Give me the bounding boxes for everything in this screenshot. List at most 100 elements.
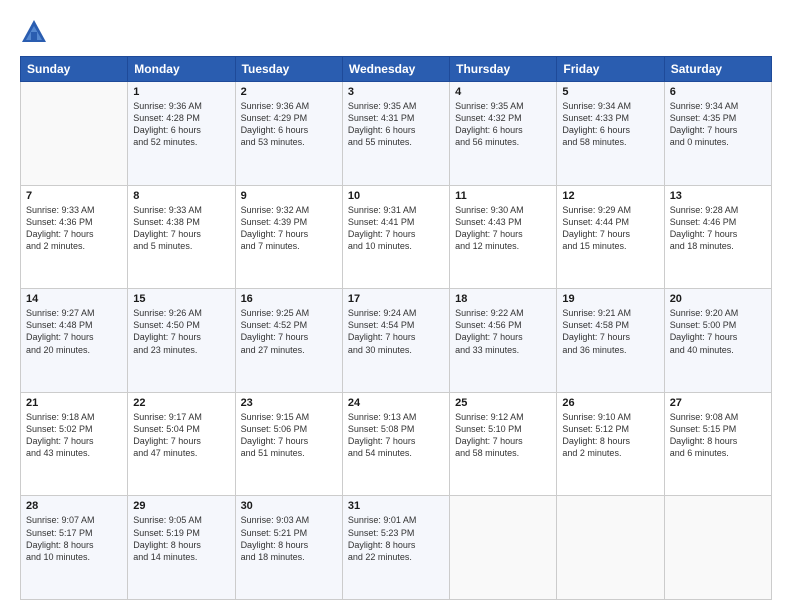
calendar-cell: 18 Sunrise: 9:22 AM Sunset: 4:56 PM Dayli… [450, 289, 557, 393]
day-info: Sunrise: 9:10 AM Sunset: 5:12 PM Dayligh… [562, 411, 658, 460]
day-info: Sunrise: 9:28 AM Sunset: 4:46 PM Dayligh… [670, 204, 766, 253]
calendar-cell: 5 Sunrise: 9:34 AM Sunset: 4:33 PM Daylig… [557, 82, 664, 186]
calendar-cell: 19 Sunrise: 9:21 AM Sunset: 4:58 PM Dayli… [557, 289, 664, 393]
day-number: 7 [26, 190, 122, 202]
day-info: Sunrise: 9:12 AM Sunset: 5:10 PM Dayligh… [455, 411, 551, 460]
calendar-cell: 25Sunrise: 9:12 AM Sunset: 5:10 PM Dayli… [450, 392, 557, 496]
day-number: 13 [670, 190, 766, 202]
calendar-cell: 4 Sunrise: 9:35 AM Sunset: 4:32 PM Daylig… [450, 82, 557, 186]
calendar-cell: 15 Sunrise: 9:26 AM Sunset: 4:50 PM Dayli… [128, 289, 235, 393]
calendar-cell: 22 Sunrise: 9:17 AM Sunset: 5:04 PM Dayli… [128, 392, 235, 496]
calendar-week-row: 28Sunrise: 9:07 AM Sunset: 5:17 PM Dayli… [21, 496, 772, 600]
weekday-header: Wednesday [342, 57, 449, 82]
calendar-cell: 9 Sunrise: 9:32 AM Sunset: 4:39 PM Daylig… [235, 185, 342, 289]
calendar-week-row: 7 Sunrise: 9:33 AM Sunset: 4:36 PM Daylig… [21, 185, 772, 289]
calendar-header-row: SundayMondayTuesdayWednesdayThursdayFrid… [21, 57, 772, 82]
calendar-cell: 17 Sunrise: 9:24 AM Sunset: 4:54 PM Dayli… [342, 289, 449, 393]
calendar-cell: 28Sunrise: 9:07 AM Sunset: 5:17 PM Dayli… [21, 496, 128, 600]
day-info: Sunrise: 9:29 AM Sunset: 4:44 PM Dayligh… [562, 204, 658, 253]
day-info: Sunrise: 9:20 AM Sunset: 5:00 PM Dayligh… [670, 307, 766, 356]
day-info: Sunrise: 9:33 AM Sunset: 4:36 PM Dayligh… [26, 204, 122, 253]
weekday-header: Monday [128, 57, 235, 82]
day-number: 5 [562, 86, 658, 98]
calendar-cell: 26 Sunrise: 9:10 AM Sunset: 5:12 PM Dayli… [557, 392, 664, 496]
day-info: Sunrise: 9:22 AM Sunset: 4:56 PM Dayligh… [455, 307, 551, 356]
calendar-cell: 11 Sunrise: 9:30 AM Sunset: 4:43 PM Dayli… [450, 185, 557, 289]
calendar-cell: 16 Sunrise: 9:25 AM Sunset: 4:52 PM Dayli… [235, 289, 342, 393]
day-number: 8 [133, 190, 229, 202]
day-info: Sunrise: 9:03 AM Sunset: 5:21 PM Dayligh… [241, 514, 337, 563]
weekday-header: Friday [557, 57, 664, 82]
day-info: Sunrise: 9:27 AM Sunset: 4:48 PM Dayligh… [26, 307, 122, 356]
day-number: 20 [670, 293, 766, 305]
day-number: 31 [348, 500, 444, 512]
calendar-cell: 20 Sunrise: 9:20 AM Sunset: 5:00 PM Dayli… [664, 289, 771, 393]
calendar-cell: 12 Sunrise: 9:29 AM Sunset: 4:44 PM Dayli… [557, 185, 664, 289]
day-info: Sunrise: 9:34 AM Sunset: 4:33 PM Dayligh… [562, 100, 658, 149]
day-number: 15 [133, 293, 229, 305]
calendar-cell [664, 496, 771, 600]
day-info: Sunrise: 9:24 AM Sunset: 4:54 PM Dayligh… [348, 307, 444, 356]
day-info: Sunrise: 9:33 AM Sunset: 4:38 PM Dayligh… [133, 204, 229, 253]
day-info: Sunrise: 9:36 AM Sunset: 4:28 PM Dayligh… [133, 100, 229, 149]
day-number: 19 [562, 293, 658, 305]
day-info: Sunrise: 9:25 AM Sunset: 4:52 PM Dayligh… [241, 307, 337, 356]
header [20, 18, 772, 46]
calendar-cell [21, 82, 128, 186]
day-number: 17 [348, 293, 444, 305]
day-info: Sunrise: 9:32 AM Sunset: 4:39 PM Dayligh… [241, 204, 337, 253]
day-info: Sunrise: 9:05 AM Sunset: 5:19 PM Dayligh… [133, 514, 229, 563]
day-info: Sunrise: 9:07 AM Sunset: 5:17 PM Dayligh… [26, 514, 122, 563]
day-number: 27 [670, 397, 766, 409]
logo-icon [20, 18, 48, 46]
day-number: 2 [241, 86, 337, 98]
calendar-cell: 23 Sunrise: 9:15 AM Sunset: 5:06 PM Dayli… [235, 392, 342, 496]
day-info: Sunrise: 9:18 AM Sunset: 5:02 PM Dayligh… [26, 411, 122, 460]
day-info: Sunrise: 9:36 AM Sunset: 4:29 PM Dayligh… [241, 100, 337, 149]
calendar-cell: 13 Sunrise: 9:28 AM Sunset: 4:46 PM Dayli… [664, 185, 771, 289]
weekday-header: Thursday [450, 57, 557, 82]
day-info: Sunrise: 9:21 AM Sunset: 4:58 PM Dayligh… [562, 307, 658, 356]
day-number: 1 [133, 86, 229, 98]
calendar-week-row: 14Sunrise: 9:27 AM Sunset: 4:48 PM Dayli… [21, 289, 772, 393]
day-number: 30 [241, 500, 337, 512]
day-number: 23 [241, 397, 337, 409]
calendar-cell: 1 Sunrise: 9:36 AM Sunset: 4:28 PM Daylig… [128, 82, 235, 186]
day-number: 26 [562, 397, 658, 409]
calendar-week-row: 21 Sunrise: 9:18 AM Sunset: 5:02 PM Dayli… [21, 392, 772, 496]
day-number: 22 [133, 397, 229, 409]
day-number: 16 [241, 293, 337, 305]
day-number: 29 [133, 500, 229, 512]
day-info: Sunrise: 9:13 AM Sunset: 5:08 PM Dayligh… [348, 411, 444, 460]
day-number: 11 [455, 190, 551, 202]
calendar-cell: 21 Sunrise: 9:18 AM Sunset: 5:02 PM Dayli… [21, 392, 128, 496]
day-info: Sunrise: 9:17 AM Sunset: 5:04 PM Dayligh… [133, 411, 229, 460]
calendar-cell: 7 Sunrise: 9:33 AM Sunset: 4:36 PM Daylig… [21, 185, 128, 289]
calendar-cell: 24 Sunrise: 9:13 AM Sunset: 5:08 PM Dayli… [342, 392, 449, 496]
day-info: Sunrise: 9:35 AM Sunset: 4:32 PM Dayligh… [455, 100, 551, 149]
day-info: Sunrise: 9:35 AM Sunset: 4:31 PM Dayligh… [348, 100, 444, 149]
day-number: 21 [26, 397, 122, 409]
day-info: Sunrise: 9:34 AM Sunset: 4:35 PM Dayligh… [670, 100, 766, 149]
calendar-cell: 8 Sunrise: 9:33 AM Sunset: 4:38 PM Daylig… [128, 185, 235, 289]
day-number: 9 [241, 190, 337, 202]
day-info: Sunrise: 9:15 AM Sunset: 5:06 PM Dayligh… [241, 411, 337, 460]
calendar-table: SundayMondayTuesdayWednesdayThursdayFrid… [20, 56, 772, 600]
day-info: Sunrise: 9:30 AM Sunset: 4:43 PM Dayligh… [455, 204, 551, 253]
day-info: Sunrise: 9:01 AM Sunset: 5:23 PM Dayligh… [348, 514, 444, 563]
day-info: Sunrise: 9:08 AM Sunset: 5:15 PM Dayligh… [670, 411, 766, 460]
day-number: 24 [348, 397, 444, 409]
day-number: 4 [455, 86, 551, 98]
calendar-cell: 3Sunrise: 9:35 AM Sunset: 4:31 PM Daylig… [342, 82, 449, 186]
day-number: 6 [670, 86, 766, 98]
day-number: 12 [562, 190, 658, 202]
calendar-cell: 31 Sunrise: 9:01 AM Sunset: 5:23 PM Dayli… [342, 496, 449, 600]
page: SundayMondayTuesdayWednesdayThursdayFrid… [0, 0, 792, 612]
day-number: 18 [455, 293, 551, 305]
day-info: Sunrise: 9:26 AM Sunset: 4:50 PM Dayligh… [133, 307, 229, 356]
calendar-week-row: 1 Sunrise: 9:36 AM Sunset: 4:28 PM Daylig… [21, 82, 772, 186]
weekday-header: Saturday [664, 57, 771, 82]
calendar-cell: 27 Sunrise: 9:08 AM Sunset: 5:15 PM Dayli… [664, 392, 771, 496]
calendar-cell: 29 Sunrise: 9:05 AM Sunset: 5:19 PM Dayli… [128, 496, 235, 600]
day-info: Sunrise: 9:31 AM Sunset: 4:41 PM Dayligh… [348, 204, 444, 253]
